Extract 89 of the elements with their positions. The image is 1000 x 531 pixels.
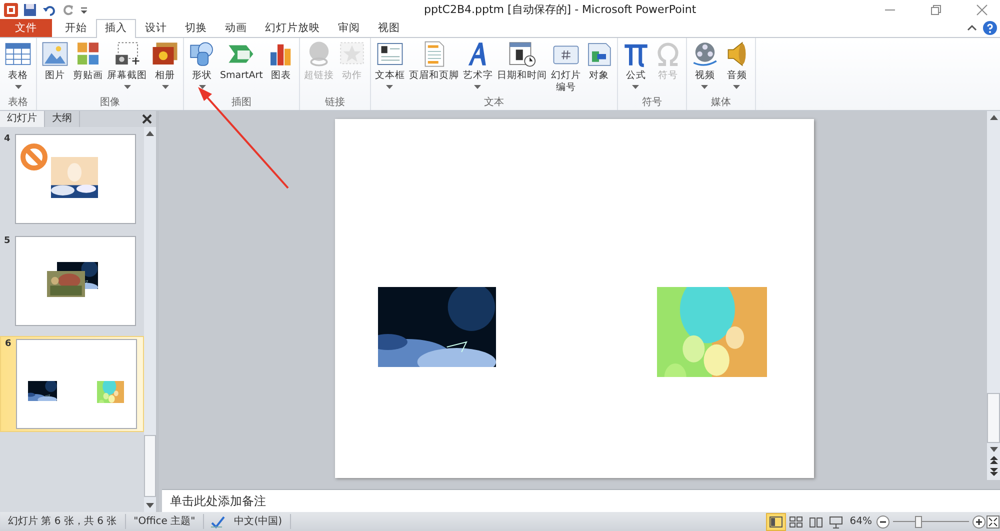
ribbon-button[interactable]: 形状 [186,40,218,96]
slide-thumbnail[interactable] [15,134,136,224]
window-title: pptC2B4.pptm [自动保存的] - Microsoft PowerPoint [424,2,698,17]
ribbon-button[interactable]: 剪贴画 [71,40,105,96]
slide-number: 6 [5,339,12,351]
zoom-level[interactable]: 64% [846,516,876,527]
ribbon-button[interactable]: 幻灯片编号 [548,40,583,96]
restore-icon[interactable] [930,4,942,16]
slider-thumb[interactable] [915,516,922,528]
table-icon [4,40,32,68]
group-label: 链接 [324,96,346,110]
ribbon-button[interactable]: 对象 [582,40,615,96]
zoom-out-icon[interactable] [876,514,890,528]
ribbon-button[interactable]: 相册 [149,40,181,96]
group-label: 媒体 [710,96,732,110]
previous-slide-icon[interactable] [990,456,998,464]
ribbon-tab[interactable]: 幻灯片放映 [256,19,329,37]
scroll-down-icon[interactable] [146,503,154,508]
slide-thumbnail-row[interactable]: 5 [0,234,144,328]
group-label: 文本 [482,96,505,110]
dropdown-icon[interactable] [632,85,640,89]
ribbon-tab[interactable]: 切换 [176,19,216,37]
slide-thumbnail-row[interactable]: 6 [0,336,144,432]
slide-thumbnail-row[interactable]: 4 [0,132,144,226]
prohibited-icon [20,143,48,171]
status-text: 中文(中国) [226,514,292,529]
ribbon-tab[interactable]: 开始 [56,19,96,37]
dropdown-icon[interactable] [14,85,22,89]
dropdown-icon[interactable] [701,85,708,89]
ribbon-button[interactable]: 艺术字 [460,40,495,96]
dropdown-icon[interactable] [474,85,482,89]
picture-icon [41,40,69,68]
zoom-in-icon[interactable] [972,514,986,528]
fit-to-window-icon[interactable] [986,514,1000,528]
help-icon[interactable] [983,21,997,35]
ribbon-tab[interactable]: 设计 [136,19,176,37]
status-text: "Office 主题" [126,514,204,529]
ribbon-tab[interactable]: 视图 [369,19,409,37]
close-icon[interactable] [142,114,152,124]
group-label: 符号 [640,96,663,110]
scrollbar[interactable] [987,111,1000,480]
text-box-icon [376,40,404,68]
ribbon-button[interactable]: 图表 [264,40,297,96]
dropdown-icon[interactable] [386,85,394,89]
pane-tab[interactable]: 幻灯片 [0,111,45,127]
shapes-icon [188,40,216,68]
ribbon-button[interactable]: 日期和时间 [494,40,549,96]
redo-icon[interactable] [61,2,75,16]
ribbon-tab[interactable]: 插入 [96,19,136,38]
pane-tab[interactable]: 大纲 [45,111,80,127]
spell-check-icon[interactable] [210,514,226,528]
scroll-down-icon[interactable] [990,447,998,452]
ribbon-button[interactable]: 屏幕截图 [105,40,149,96]
dropdown-icon[interactable] [198,85,206,89]
scroll-up-icon[interactable] [990,115,998,120]
ribbon-button[interactable]: 视频 [688,40,721,96]
ribbon-tab[interactable]: 动画 [216,19,256,37]
next-slide-icon[interactable] [990,468,998,476]
calendar-icon [508,40,536,68]
app-icon [4,2,18,16]
group-label: 插图 [230,96,252,110]
slide-number: 4 [4,134,11,146]
dropdown-icon[interactable] [124,85,130,89]
film-reel-icon [690,40,719,68]
group-label: 表格 [7,96,29,110]
collapse-icon[interactable] [967,23,977,33]
dropdown-icon[interactable] [162,85,168,89]
dropdown-icon[interactable] [733,85,740,89]
scrollbar[interactable] [144,127,156,512]
ribbon-tab[interactable]: 审阅 [329,19,369,37]
scroll-thumb[interactable] [144,435,156,497]
ribbon-button[interactable]: 公式 [620,40,652,96]
slide-thumbnail[interactable] [15,236,136,326]
ribbon-button[interactable]: 音频 [720,40,753,96]
slide-thumbnail[interactable] [16,339,137,429]
scroll-up-icon[interactable] [146,131,154,136]
ribbon-button[interactable]: 表格 [2,40,34,96]
group-label: 图像 [99,96,121,110]
ribbon-button[interactable]: 页眉和页脚 [406,40,461,96]
notes-field[interactable]: 单击此处添加备注 [162,489,1000,512]
ribbon-button[interactable]: SmartArt [218,40,265,96]
file-tab[interactable]: 文件 [0,19,52,37]
ribbon-button[interactable]: 文本框 [372,40,407,96]
scroll-thumb[interactable] [987,393,1000,443]
save-icon[interactable] [23,2,37,16]
slide-number: 5 [4,236,11,248]
view-button[interactable] [766,512,786,530]
ribbon-button[interactable]: 图片 [39,40,71,96]
status-text: 幻灯片 第 6 张，共 6 张 [0,514,126,529]
